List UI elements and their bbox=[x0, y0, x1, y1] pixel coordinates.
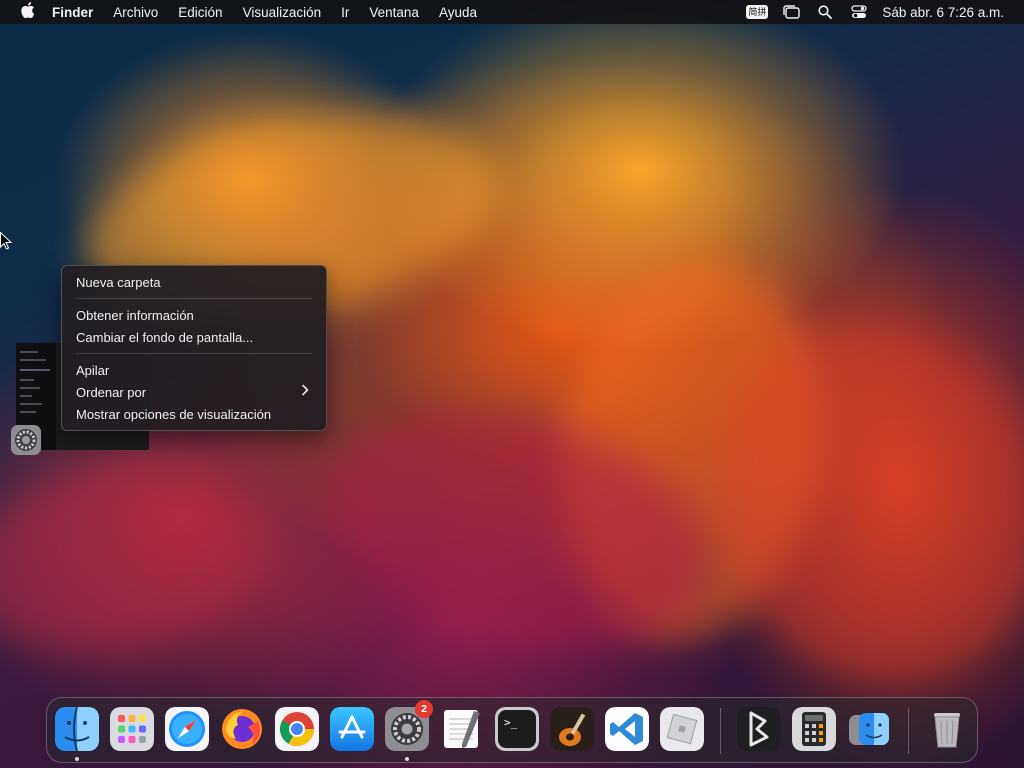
mouse-cursor-icon bbox=[0, 232, 12, 250]
bbedit-icon[interactable] bbox=[737, 707, 781, 751]
trash-icon[interactable] bbox=[925, 707, 969, 751]
menu-bar: Finder Archivo Edición Visualización Ir … bbox=[0, 0, 1024, 24]
menu-item-label: Cambiar el fondo de pantalla... bbox=[76, 329, 254, 345]
terminal-prompt-label: >_ bbox=[504, 716, 518, 729]
dock-divider bbox=[908, 708, 909, 754]
menu-app-finder[interactable]: Finder bbox=[52, 5, 93, 20]
menu-bar-extras: 简拼 Sáb abr. 6 7:26 a.m. bbox=[746, 0, 1024, 24]
vscode-icon[interactable] bbox=[605, 707, 649, 751]
system-settings-desktop-icon[interactable] bbox=[10, 424, 42, 456]
menu-item-label: Apilar bbox=[76, 362, 110, 378]
menu-item-label: Obtener información bbox=[76, 307, 194, 323]
calculator-icon[interactable] bbox=[792, 707, 836, 751]
menu-item-mostrar-opciones[interactable]: Mostrar opciones de visualización bbox=[67, 403, 321, 425]
finder-icon[interactable] bbox=[55, 707, 99, 751]
menu-ventana[interactable]: Ventana bbox=[369, 5, 419, 20]
menu-item-nueva-carpeta[interactable]: Nueva carpeta bbox=[67, 271, 321, 293]
textedit-icon[interactable] bbox=[440, 707, 484, 751]
roblox-icon[interactable] bbox=[660, 707, 704, 751]
menu-item-label: Nueva carpeta bbox=[76, 274, 161, 290]
menu-item-apilar[interactable]: Apilar bbox=[67, 359, 321, 381]
chrome-icon[interactable] bbox=[275, 707, 319, 751]
finder-recent-icon[interactable] bbox=[847, 707, 891, 751]
launchpad-icon[interactable] bbox=[110, 707, 154, 751]
control-center-icon[interactable] bbox=[848, 4, 870, 20]
menu-ir[interactable]: Ir bbox=[341, 5, 349, 20]
thumbnail-line bbox=[20, 351, 38, 353]
running-indicator bbox=[75, 757, 79, 761]
dock: 2 >_ bbox=[46, 697, 978, 763]
spotlight-search-icon[interactable] bbox=[814, 4, 836, 20]
stage-manager-icon[interactable] bbox=[780, 4, 802, 20]
input-method-icon[interactable]: 简拼 bbox=[746, 4, 769, 20]
thumbnail-line bbox=[20, 395, 32, 397]
menu-item-obtener-informacion[interactable]: Obtener información bbox=[67, 304, 321, 326]
thumbnail-line bbox=[20, 387, 40, 389]
menu-item-label: Mostrar opciones de visualización bbox=[76, 406, 272, 422]
menu-visualizacion[interactable]: Visualización bbox=[243, 5, 322, 20]
apple-icon[interactable] bbox=[18, 2, 38, 22]
terminal-icon[interactable]: >_ bbox=[495, 707, 539, 751]
menu-separator bbox=[76, 353, 312, 354]
menu-bar-clock[interactable]: Sáb abr. 6 7:26 a.m. bbox=[882, 5, 1004, 20]
menu-item-ordenar-por[interactable]: Ordenar por bbox=[67, 381, 321, 403]
menu-item-label: Ordenar por bbox=[76, 384, 147, 400]
firefox-icon[interactable] bbox=[220, 707, 264, 751]
thumbnail-line bbox=[20, 369, 50, 371]
menu-archivo[interactable]: Archivo bbox=[113, 5, 158, 20]
menu-separator bbox=[76, 298, 312, 299]
thumbnail-line bbox=[20, 379, 34, 381]
safari-icon[interactable] bbox=[165, 707, 209, 751]
desktop-context-menu: Nueva carpeta Obtener información Cambia… bbox=[61, 265, 327, 431]
thumbnail-line bbox=[20, 403, 42, 405]
chevron-right-icon bbox=[301, 384, 309, 399]
thumbnail-line bbox=[20, 411, 36, 413]
running-indicator bbox=[405, 757, 409, 761]
garageband-icon[interactable] bbox=[550, 707, 594, 751]
notification-badge: 2 bbox=[415, 700, 433, 718]
app-store-icon[interactable] bbox=[330, 707, 374, 751]
input-method-label: 简拼 bbox=[746, 5, 769, 19]
thumbnail-line bbox=[20, 359, 46, 361]
dock-divider bbox=[720, 708, 721, 754]
menu-item-cambiar-fondo[interactable]: Cambiar el fondo de pantalla... bbox=[67, 326, 321, 348]
menu-ayuda[interactable]: Ayuda bbox=[439, 5, 477, 20]
wallpaper-petal bbox=[0, 445, 274, 675]
menu-edicion[interactable]: Edición bbox=[178, 5, 222, 20]
